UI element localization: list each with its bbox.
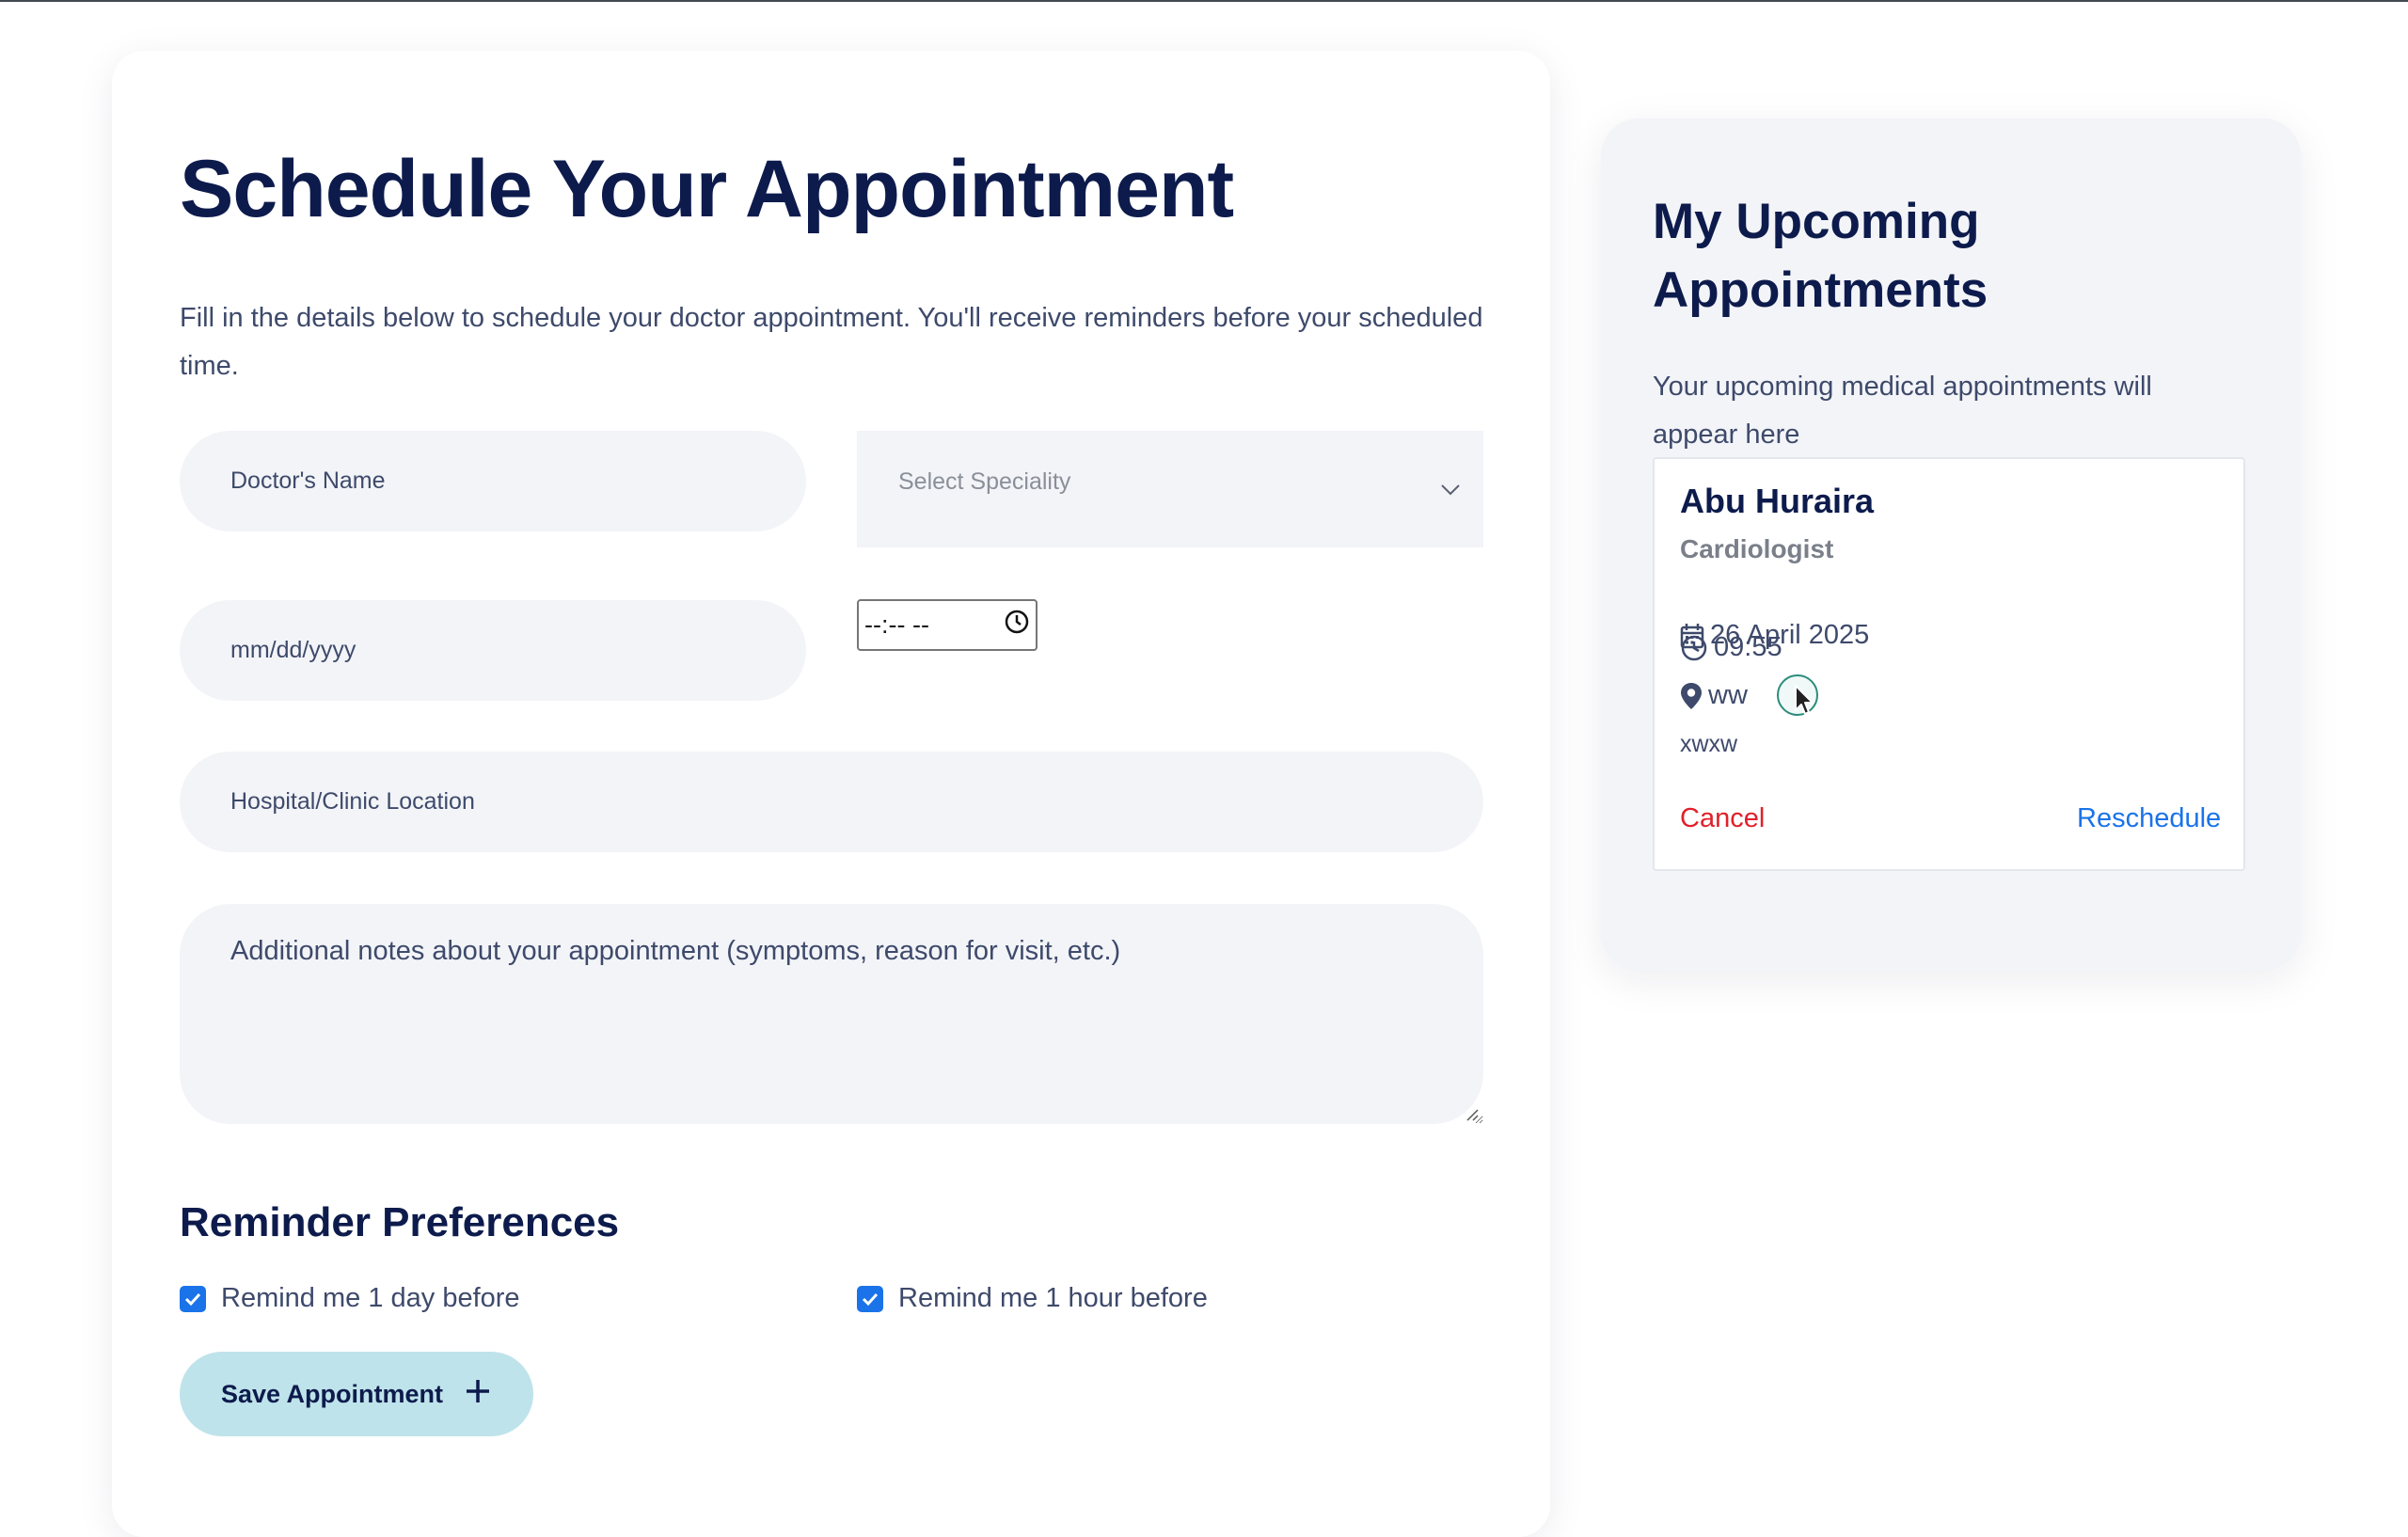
appointment-doctor-name: Abu Huraira: [1680, 482, 1875, 520]
upcoming-subtitle: Your upcoming medical appointments will …: [1653, 372, 2152, 450]
reschedule-appointment-link[interactable]: Reschedule: [2077, 803, 2221, 834]
appointment-location-row: ww: [1680, 680, 1748, 711]
location-pin-icon: [1680, 682, 1703, 710]
remind-hour-checkbox[interactable]: [857, 1285, 883, 1312]
date-input[interactable]: [180, 600, 806, 701]
clock-icon[interactable]: [1004, 609, 1030, 642]
remind-day-checkbox[interactable]: [180, 1285, 206, 1312]
remind-hour-before-option[interactable]: Remind me 1 hour before: [857, 1283, 1208, 1314]
appointment-speciality: Cardiologist: [1680, 534, 1834, 563]
appointment-notes: xwxw: [1680, 731, 1738, 757]
speciality-select[interactable]: Select Speciality: [857, 431, 1483, 547]
remind-day-before-option[interactable]: Remind me 1 day before: [180, 1283, 520, 1314]
appointment-time: 09:55: [1714, 632, 1782, 662]
plus-icon: [464, 1377, 492, 1412]
appointment-location: ww: [1708, 680, 1748, 710]
form-intro: Fill in the details below to schedule yo…: [180, 303, 1483, 381]
resize-handle-icon[interactable]: [1464, 1106, 1479, 1121]
location-input[interactable]: [180, 752, 1483, 852]
time-input[interactable]: --:-- --: [857, 599, 1038, 651]
speciality-select-label: Select Speciality: [898, 468, 1071, 495]
doctor-name-input[interactable]: [180, 431, 806, 531]
save-appointment-label: Save Appointment: [220, 1379, 444, 1408]
clock-icon: [1680, 634, 1708, 662]
chevron-down-icon: [1440, 483, 1461, 501]
remind-hour-label: Remind me 1 hour before: [898, 1283, 1208, 1313]
appointment-time-row: 09:55: [1680, 632, 1782, 663]
time-input-value: --:-- --: [864, 610, 929, 639]
reminder-preferences-title: Reminder Preferences: [180, 1199, 620, 1245]
top-divider: [0, 0, 2408, 2]
remind-day-label: Remind me 1 day before: [221, 1283, 520, 1313]
cancel-appointment-link[interactable]: Cancel: [1680, 803, 1765, 834]
save-appointment-button[interactable]: Save Appointment: [180, 1352, 533, 1436]
mouse-cursor-icon: [1775, 673, 1820, 726]
upcoming-title: My Upcoming Appointments: [1653, 194, 1988, 318]
page-title: Schedule Your Appointment: [180, 144, 1234, 234]
notes-textarea[interactable]: [180, 904, 1483, 1124]
